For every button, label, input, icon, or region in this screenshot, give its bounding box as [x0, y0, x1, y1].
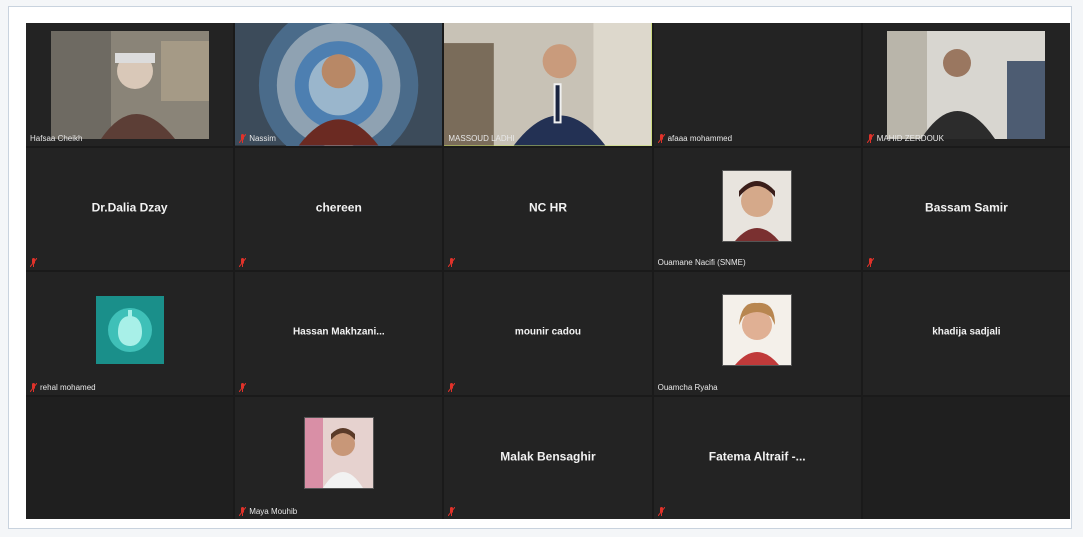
participant-label: Maya Mouhib — [239, 507, 297, 516]
participant-tile[interactable]: rehal mohamed — [26, 272, 234, 395]
participant-label — [30, 258, 37, 267]
participant-name: Nassim — [249, 133, 276, 143]
participant-tile[interactable]: Hafsaa Cheikh — [26, 23, 234, 146]
participant-label — [448, 382, 456, 392]
participant-tile[interactable]: Dr.Dalia Dzay — [26, 147, 234, 270]
participant-tile[interactable]: chereen — [235, 147, 443, 270]
participant-tile[interactable]: Fatema Altraif -... — [653, 396, 861, 519]
mic-muted-icon — [657, 507, 665, 516]
participant-label: afaaa mohammed — [657, 133, 733, 143]
participant-profile-photo — [722, 169, 793, 242]
participant-name: Hafsaa Cheikh — [30, 133, 83, 143]
participant-tile[interactable]: Malak Bensaghir — [444, 396, 652, 519]
participant-tile[interactable]: NC HR — [444, 147, 652, 270]
participant-name: Ouamane Nacifi (SNME) — [657, 258, 746, 267]
participant-tile[interactable]: MAHID ZERDOUK — [862, 23, 1070, 146]
participant-video — [887, 31, 1046, 139]
participant-tile[interactable]: Maya Mouhib — [235, 396, 443, 519]
mic-muted-icon — [239, 382, 247, 392]
participant-display-name: Fatema Altraif -... — [708, 449, 806, 464]
mic-muted-icon — [239, 507, 247, 516]
participant-profile-photo — [722, 294, 793, 366]
mic-muted-icon — [657, 133, 665, 143]
participant-tile[interactable]: Ouamane Nacifi (SNME) — [653, 147, 861, 270]
participant-display-name: Dr.Dalia Dzay — [91, 200, 168, 215]
participant-label: MASSOUD LADHI — [448, 134, 514, 143]
participant-label: Ouamane Nacifi (SNME) — [658, 258, 746, 267]
participant-grid: Hafsaa Cheikh Nassim MASSOUD LADHI afaaa… — [26, 23, 1070, 519]
participant-video — [444, 23, 652, 146]
participant-name: MAHID ZERDOUK — [876, 133, 944, 143]
participant-name: MASSOUD LADHI — [448, 133, 515, 143]
mic-muted-icon — [866, 258, 874, 267]
participant-label: MAHID ZERDOUK — [866, 133, 944, 143]
participant-tile[interactable]: khadija sadjali — [862, 272, 1070, 395]
participant-label — [239, 258, 247, 267]
participant-label — [448, 507, 456, 516]
participant-label: Hafsaa Cheikh — [30, 134, 82, 143]
participant-label — [866, 258, 874, 267]
participant-name: rehal mohamed — [40, 382, 96, 392]
participant-name: afaaa mohammed — [667, 133, 733, 143]
participant-name: Ouamcha Ryaha — [657, 382, 718, 392]
mic-muted-icon — [30, 258, 37, 267]
participant-display-name: NC HR — [528, 200, 567, 215]
mic-muted-icon — [239, 133, 247, 143]
participant-video — [235, 23, 443, 146]
participant-label — [448, 258, 456, 267]
participant-tile[interactable]: mounir cadou — [444, 272, 652, 395]
empty-tile — [26, 396, 234, 519]
mic-muted-icon — [239, 258, 247, 267]
empty-tile — [862, 396, 1070, 519]
participant-tile[interactable]: Nassim — [235, 23, 443, 146]
participant-tile-active-speaker[interactable]: MASSOUD LADHI — [444, 23, 652, 146]
participant-avatar — [95, 296, 164, 364]
participant-label — [657, 507, 665, 516]
mic-muted-icon — [30, 382, 37, 392]
participant-tile[interactable]: afaaa mohammed — [653, 23, 861, 146]
participant-tile[interactable]: Ouamcha Ryaha — [653, 272, 861, 395]
participant-display-name: chereen — [315, 200, 362, 215]
participant-profile-photo — [303, 416, 374, 489]
participant-label: Nassim — [239, 133, 276, 143]
mic-muted-icon — [866, 133, 874, 143]
participant-display-name: mounir cadou — [514, 326, 582, 338]
participant-label: rehal mohamed — [30, 382, 96, 392]
mic-muted-icon — [448, 258, 456, 267]
participant-display-name: Bassam Samir — [925, 200, 1008, 215]
participant-display-name: khadija sadjali — [932, 326, 1001, 338]
participant-label — [239, 382, 247, 392]
participant-tile[interactable]: Bassam Samir — [862, 147, 1070, 270]
participant-tile[interactable]: Hassan Makhzani... — [235, 272, 443, 395]
participant-video — [50, 31, 209, 139]
participant-display-name: Malak Bensaghir — [500, 449, 596, 464]
participant-name: Maya Mouhib — [249, 507, 298, 516]
participant-display-name: Hassan Makhzani... — [292, 326, 385, 338]
participant-label: Ouamcha Ryaha — [658, 383, 718, 392]
mic-muted-icon — [448, 382, 456, 392]
mic-muted-icon — [448, 507, 456, 516]
